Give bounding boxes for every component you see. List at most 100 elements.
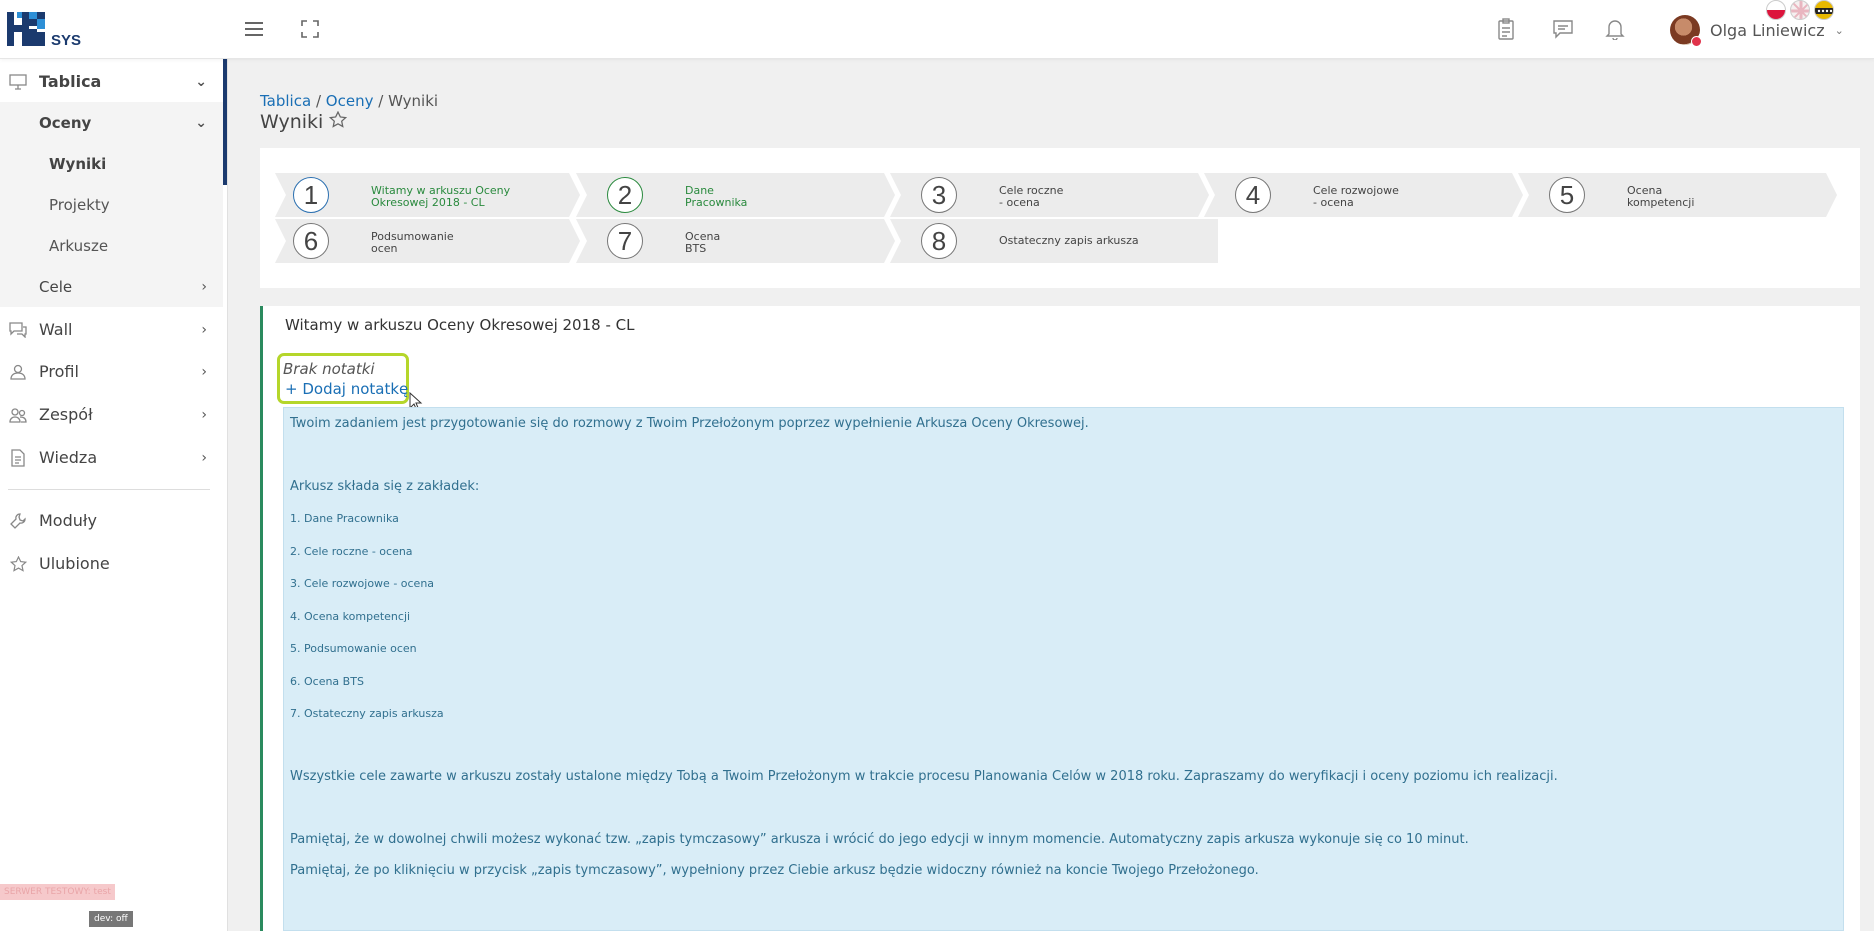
steps-arrows-background xyxy=(275,173,1837,263)
sidebar-item-arkusze[interactable]: Arkusze xyxy=(0,225,223,266)
section-title: Witamy w arkuszu Oceny Okresowej 2018 - … xyxy=(285,316,635,334)
step-label: Ocena BTS xyxy=(685,230,721,255)
step-1[interactable]: 1 Witamy w arkuszu Oceny Okresowej 2018 … xyxy=(260,173,580,217)
user-icon xyxy=(9,363,27,381)
language-switcher xyxy=(1766,0,1834,20)
sidebar-item-zespol[interactable]: Zespół › xyxy=(0,394,223,435)
info-intro: Twoim zadaniem jest przygotowanie się do… xyxy=(290,416,1089,431)
hrsys-logo[interactable]: SYS xyxy=(7,10,107,48)
step-number: 5 xyxy=(1549,177,1585,213)
breadcrumb-link-oceny[interactable]: Oceny xyxy=(326,92,374,110)
breadcrumb-separator: / xyxy=(315,92,322,110)
sidebar-active-indicator xyxy=(223,59,227,185)
sidebar-item-oceny[interactable]: Oceny ⌄ xyxy=(0,102,223,143)
info-paragraph: Pamiętaj, że w dowolnej chwili możesz wy… xyxy=(290,832,1469,847)
step-number: 4 xyxy=(1235,177,1271,213)
info-tab-item: 3. Cele rozwojowe - ocena xyxy=(290,577,435,590)
sidebar-item-label: Profil xyxy=(39,362,79,381)
chevron-right-icon: › xyxy=(201,321,207,338)
team-icon xyxy=(9,406,27,424)
sidebar: Tablica ⌄ Oceny ⌄ Wyniki Projekty Arkusz… xyxy=(0,59,228,931)
breadcrumb: Tablica / Oceny / Wyniki xyxy=(260,92,438,110)
info-tab-item: 1. Dane Pracownika xyxy=(290,512,399,525)
server-badge: SERWER TESTOWY: test xyxy=(0,884,115,900)
sidebar-item-projekty[interactable]: Projekty xyxy=(0,184,223,225)
step-3[interactable]: 3 Cele roczne - ocena xyxy=(888,173,1208,217)
step-number: 6 xyxy=(293,223,329,259)
steps-wizard: 1 Witamy w arkuszu Oceny Okresowej 2018 … xyxy=(260,148,1860,288)
sidebar-item-label: Projekty xyxy=(49,195,110,214)
sidebar-item-profil[interactable]: Profil › xyxy=(0,351,223,392)
step-number: 7 xyxy=(607,223,643,259)
chevron-down-icon: ⌄ xyxy=(1834,23,1844,37)
step-number: 3 xyxy=(921,177,957,213)
info-tab-item: 4. Ocena kompetencji xyxy=(290,610,411,623)
chevron-down-icon: ⌄ xyxy=(195,73,207,90)
breadcrumb-current: Wyniki xyxy=(388,92,439,110)
welcome-section: Witamy w arkuszu Oceny Okresowej 2018 - … xyxy=(260,306,1860,931)
flag-en-icon[interactable] xyxy=(1790,0,1810,20)
sidebar-item-label: Arkusze xyxy=(49,236,109,255)
info-tab-item: 2. Cele roczne - ocena xyxy=(290,545,413,558)
sidebar-item-tablica[interactable]: Tablica ⌄ xyxy=(0,61,223,102)
bell-icon[interactable] xyxy=(1600,14,1630,44)
info-panel: Twoim zadaniem jest przygotowanie się do… xyxy=(283,407,1844,931)
chevron-right-icon: › xyxy=(201,278,207,295)
sidebar-item-label: Ulubione xyxy=(39,554,110,573)
sidebar-item-ulubione[interactable]: Ulubione xyxy=(0,543,223,584)
info-paragraph: Pamiętaj, że po kliknięciu w przycisk „z… xyxy=(290,863,1259,878)
sidebar-item-moduly[interactable]: Moduły xyxy=(0,500,223,541)
document-icon xyxy=(9,448,27,467)
step-label: Ostateczny zapis arkusza xyxy=(999,234,1139,247)
sidebar-item-label: Tablica xyxy=(39,72,102,91)
chevron-right-icon: › xyxy=(201,363,207,380)
sidebar-item-wiedza[interactable]: Wiedza › xyxy=(0,437,223,478)
breadcrumb-separator: / xyxy=(378,92,384,110)
fullscreen-icon[interactable] xyxy=(295,14,325,44)
info-tab-item: 5. Podsumowanie ocen xyxy=(290,642,417,655)
messages-icon[interactable] xyxy=(1548,14,1578,44)
step-4[interactable]: 4 Cele rozwojowe - ocena xyxy=(1202,173,1522,217)
step-8[interactable]: 8 Ostateczny zapis arkusza xyxy=(888,219,1218,263)
info-tabs-heading: Arkusz składa się z zakładek: xyxy=(290,479,480,494)
logo-sub-text: SYS xyxy=(51,32,81,48)
step-2[interactable]: 2 Dane Pracownika xyxy=(574,173,894,217)
step-label: Podsumowanie ocen xyxy=(371,230,454,255)
add-note-link[interactable]: + Dodaj notatkę xyxy=(285,380,408,398)
step-label: Dane Pracownika xyxy=(685,184,748,209)
sidebar-item-label: Cele xyxy=(39,277,73,296)
step-label: Cele roczne - ocena xyxy=(999,184,1064,209)
favorite-star-icon[interactable] xyxy=(329,110,348,133)
wrench-icon xyxy=(9,512,27,530)
step-number: 2 xyxy=(607,177,643,213)
flag-extra-icon[interactable] xyxy=(1814,0,1834,20)
monitor-icon xyxy=(9,73,27,91)
sidebar-item-cele[interactable]: Cele › xyxy=(0,266,223,307)
page-title: Wyniki xyxy=(260,110,348,133)
star-icon xyxy=(9,555,27,573)
step-number: 1 xyxy=(293,177,329,213)
sidebar-item-wall[interactable]: Wall › xyxy=(0,309,223,350)
step-6[interactable]: 6 Podsumowanie ocen xyxy=(260,219,580,263)
user-name: Olga Liniewicz xyxy=(1710,20,1825,40)
sidebar-item-label: Wyniki xyxy=(49,154,107,173)
chevron-right-icon: › xyxy=(201,406,207,423)
menu-toggle-icon[interactable] xyxy=(239,14,269,44)
flag-pl-icon[interactable] xyxy=(1766,0,1786,20)
sidebar-item-label: Moduły xyxy=(39,511,97,530)
sidebar-item-wyniki[interactable]: Wyniki xyxy=(0,143,223,184)
breadcrumb-link-tablica[interactable]: Tablica xyxy=(260,92,311,110)
dev-mode-badge[interactable]: dev: off xyxy=(89,911,133,927)
step-number: 8 xyxy=(921,223,957,259)
clipboard-icon[interactable] xyxy=(1491,14,1521,44)
top-bar: SYS Olga Liniewicz ⌄ xyxy=(0,0,1874,59)
step-5[interactable]: 5 Ocena kompetencji xyxy=(1516,173,1836,217)
step-label: Witamy w arkuszu Oceny Okresowej 2018 - … xyxy=(371,184,511,209)
chat-icon xyxy=(9,321,27,339)
sidebar-item-label: Wall xyxy=(39,320,73,339)
sidebar-divider xyxy=(8,489,210,490)
step-label: Cele rozwojowe - ocena xyxy=(1313,184,1399,209)
page-title-text: Wyniki xyxy=(260,111,324,133)
step-7[interactable]: 7 Ocena BTS xyxy=(574,219,894,263)
avatar xyxy=(1670,15,1702,47)
